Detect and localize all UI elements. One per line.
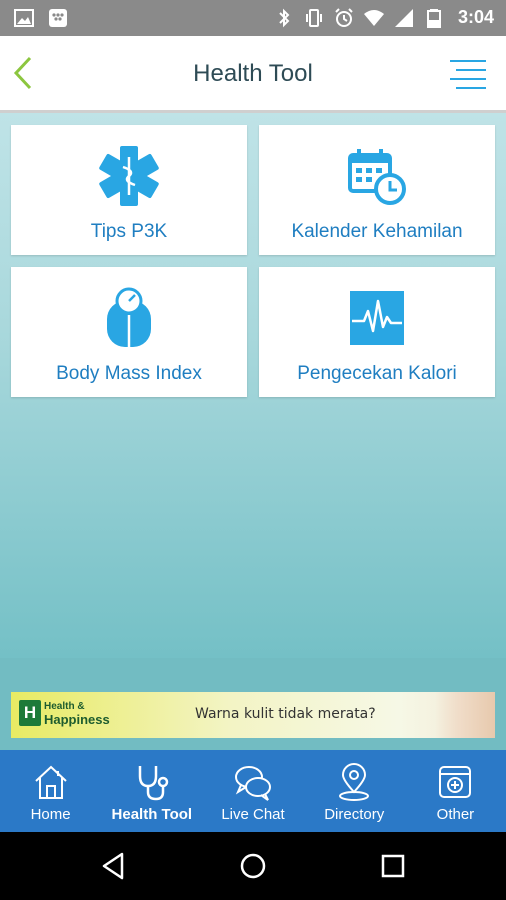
stethoscope-icon xyxy=(138,766,169,801)
tool-card-pengecekan-kalori[interactable]: Pengecekan Kalori xyxy=(259,267,495,397)
blackberry-icon xyxy=(49,9,67,27)
clock-time: 3:04 xyxy=(457,7,494,27)
alarm-icon xyxy=(335,7,353,27)
battery-icon xyxy=(426,8,441,28)
nav-label: Other xyxy=(436,806,475,823)
nav-home[interactable]: Home xyxy=(0,750,101,832)
tools-grid: Tips P3K Kalender Kehamilan Body Mass In… xyxy=(0,113,506,658)
house-icon xyxy=(34,765,67,799)
tool-card-body-mass-index[interactable]: Body Mass Index xyxy=(11,267,247,397)
nav-live-chat[interactable]: Live Chat xyxy=(202,750,303,832)
app-header: Health Tool xyxy=(0,36,506,113)
vibrate-icon xyxy=(305,8,322,27)
bottom-nav: Home Health Tool Live Chat Directory Oth… xyxy=(0,750,506,832)
nav-label: Live Chat xyxy=(221,806,285,823)
ad-banner[interactable]: H Health & Happiness Warna kulit tidak m… xyxy=(11,692,495,738)
ad-area: H Health & Happiness Warna kulit tidak m… xyxy=(0,658,506,750)
nav-label: Health Tool xyxy=(111,806,193,823)
status-bar: 3:04 xyxy=(0,0,506,36)
scale-icon xyxy=(107,287,151,347)
tool-label: Pengecekan Kalori xyxy=(297,363,457,384)
bluetooth-icon xyxy=(279,8,290,27)
logo-line-2: Happiness xyxy=(44,712,110,727)
tool-card-kalender-kehamilan[interactable]: Kalender Kehamilan xyxy=(259,125,495,255)
tool-card-tips-p3k[interactable]: Tips P3K xyxy=(11,125,247,255)
home-circle-icon[interactable] xyxy=(237,850,269,882)
calendar-clock-icon xyxy=(348,149,406,205)
nav-label: Home xyxy=(30,806,71,823)
ad-model-image xyxy=(435,692,495,738)
medical-star-icon xyxy=(99,146,159,206)
nav-other[interactable]: Other xyxy=(405,750,506,832)
tool-label: Kalender Kehamilan xyxy=(291,221,463,242)
signal-icon xyxy=(394,8,413,27)
ad-slogan: Warna kulit tidak merata? xyxy=(195,706,376,722)
system-nav-bar xyxy=(0,832,506,900)
recents-square-icon[interactable] xyxy=(377,850,409,882)
hamburger-menu-icon[interactable] xyxy=(448,58,488,92)
page-title: Health Tool xyxy=(193,60,313,87)
chat-bubbles-icon xyxy=(235,766,271,801)
map-pin-icon xyxy=(339,763,370,801)
back-triangle-icon[interactable] xyxy=(98,850,130,882)
heartbeat-icon xyxy=(350,291,404,345)
nav-label: Directory xyxy=(324,806,385,823)
nav-directory[interactable]: Directory xyxy=(304,750,405,832)
wifi-icon xyxy=(363,9,384,26)
tool-label: Tips P3K xyxy=(90,221,168,242)
logo-mark: H xyxy=(19,700,41,726)
nav-health-tool[interactable]: Health Tool xyxy=(101,750,202,832)
health-happiness-logo: H Health & Happiness xyxy=(19,700,110,726)
gallery-icon xyxy=(14,9,34,27)
tool-label: Body Mass Index xyxy=(56,363,202,384)
plus-box-icon xyxy=(439,766,472,798)
